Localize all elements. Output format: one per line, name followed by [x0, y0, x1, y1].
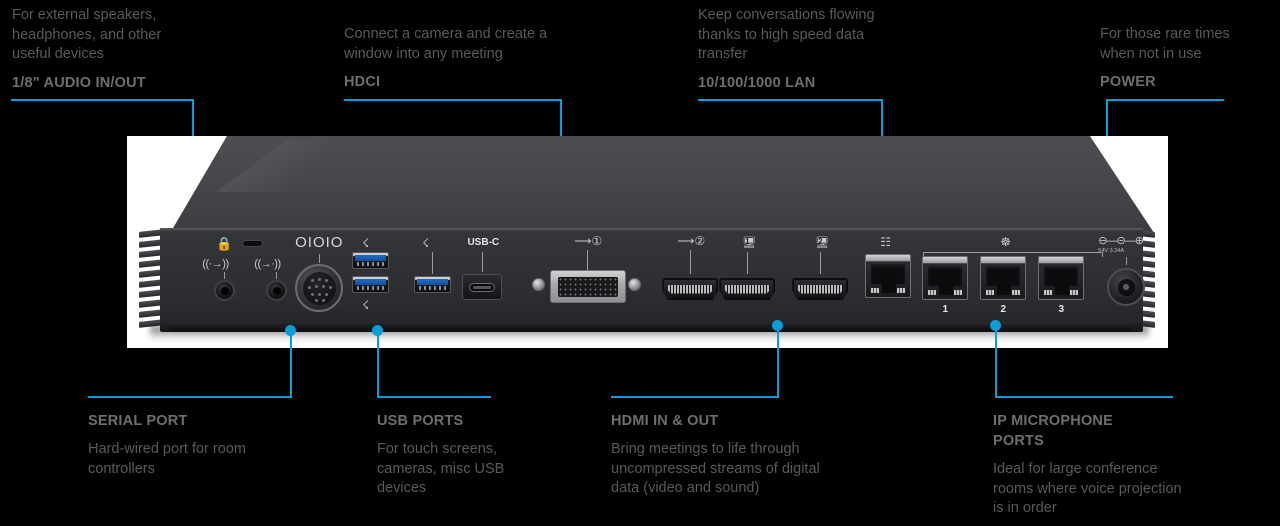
callout-lan-description: Keep conversations flowing thanks to hig…	[698, 7, 875, 62]
usb-c-tick	[482, 252, 484, 272]
callout-hdmi-title: HDMI IN & OUT	[611, 413, 719, 429]
callout-audio-title: 1/8" AUDIO IN/OUT	[12, 74, 146, 91]
leader-line-ipmic-horizontal	[995, 396, 1173, 398]
callout-usb-title: USB PORTS	[377, 413, 464, 429]
callout-serial: SERIAL PORT Hard-wired port for room con…	[88, 411, 318, 479]
serial-port-label: OIOIO	[295, 234, 344, 251]
leader-line-ipmic-vertical	[995, 325, 997, 397]
ip-mic-port-2-number: 2	[1000, 304, 1007, 315]
ip-mic-port-3	[1038, 256, 1085, 300]
device-rear-face: 🔒 ((·→)) ((→·)) OIOIO ☇ ☇ ☇ USB-C ⟶① ⟶② …	[160, 228, 1146, 332]
audio-out-tick	[224, 272, 226, 279]
leader-line-power-horizontal	[1106, 99, 1224, 101]
product-photo-rear-panel: 🔒 ((·→)) ((→·)) OIOIO ☇ ☇ ☇ USB-C ⟶① ⟶② …	[127, 136, 1168, 348]
leader-line-hdmi-horizontal	[611, 396, 779, 398]
hdmi-out-2-tick	[820, 252, 822, 274]
callout-serial-title: SERIAL PORT	[88, 413, 188, 429]
ip-mic-port-2	[980, 256, 1027, 300]
hdci-screw-left	[532, 278, 546, 291]
device-face-edge	[160, 228, 1143, 231]
callout-serial-description: Hard-wired port for room controllers	[88, 441, 246, 477]
hdci-connector	[550, 270, 627, 303]
leader-line-audio-horizontal	[11, 99, 194, 101]
lan-port	[865, 254, 912, 298]
usb-a-port-bottom	[352, 276, 390, 293]
leader-line-hdmi-vertical	[777, 325, 779, 397]
leader-line-hdci-horizontal	[344, 99, 562, 101]
kensington-lock-slot	[242, 240, 264, 247]
audio-in-jack	[266, 280, 288, 301]
callout-hdci-title: HDCI	[344, 74, 381, 90]
hdmi-out-1-tick	[747, 252, 749, 274]
usb-single-tick	[432, 252, 434, 274]
serial-port-tick	[319, 254, 321, 263]
ip-mic-port-1-number: 1	[942, 304, 949, 315]
callout-hdmi-description: Bring meetings to life through uncompres…	[611, 441, 820, 496]
callout-audio: For external speakers, headphones, and o…	[12, 6, 212, 93]
callout-lan: Keep conversations flowing thanks to hig…	[698, 6, 928, 93]
audio-out-jack	[214, 280, 236, 301]
callout-power-title: POWER	[1100, 74, 1156, 90]
callout-usb: USB PORTS For touch screens, cameras, mi…	[377, 411, 577, 499]
microphone-network-icon: ☸	[1000, 235, 1012, 249]
leader-line-serial-vertical	[290, 330, 292, 397]
hdmi-input-port	[662, 278, 719, 300]
usb-a-port-single	[414, 276, 452, 293]
connectivity-diagram: For external speakers, headphones, and o…	[0, 0, 1280, 526]
leader-line-lan-horizontal	[698, 99, 883, 101]
callout-ipmic-title: IP MICROPHONE PORTS	[993, 413, 1113, 449]
callout-ipmic: IP MICROPHONE PORTS Ideal for large conf…	[993, 411, 1223, 519]
ip-mic-port-3-number: 3	[1058, 304, 1065, 315]
audio-out-icon: ((·→))	[202, 258, 229, 270]
power-connector	[1107, 268, 1146, 306]
serial-port-pins	[302, 271, 336, 305]
callout-usb-description: For touch screens, cameras, misc USB dev…	[377, 441, 505, 496]
hdci-pin-array	[558, 276, 619, 297]
leader-line-serial-horizontal	[88, 396, 292, 398]
lock-icon: 🔒	[216, 236, 233, 251]
callout-lan-title: 10/100/1000 LAN	[698, 74, 816, 91]
hdmi-output-2-port	[792, 278, 849, 300]
power-tick	[1126, 257, 1128, 265]
audio-in-tick	[276, 272, 278, 279]
serial-port-connector	[295, 264, 344, 312]
callout-ipmic-description: Ideal for large conference rooms where v…	[993, 461, 1182, 516]
hdmi-input-icon: ⟶②	[677, 234, 706, 248]
hdci-input-icon: ⟶①	[574, 234, 603, 248]
usb-c-label: USB-C	[467, 237, 500, 248]
callout-power-description: For those rare times when not in use	[1100, 26, 1230, 62]
callout-hdci-description: Connect a camera and create a window int…	[344, 26, 548, 62]
hdci-screw-right	[628, 278, 642, 291]
hdci-tick	[587, 250, 589, 270]
leader-line-usb-vertical	[377, 330, 379, 397]
usb-c-port	[462, 274, 503, 300]
power-polarity-icon: ⊖—⊝—⊕	[1098, 235, 1144, 247]
hdmi-output-1-port	[719, 278, 776, 300]
usb-icon-top: ☇	[362, 236, 370, 250]
callout-hdci: Connect a camera and create a window int…	[344, 25, 574, 92]
hdmi-out-1-number: 1	[745, 237, 750, 246]
ip-mic-port-1	[922, 256, 969, 300]
callout-power: For those rare times when not in use POW…	[1100, 25, 1270, 92]
callout-hdmi: HDMI IN & OUT Bring meetings to life thr…	[611, 411, 861, 499]
hdmi-in-tick	[690, 250, 692, 274]
network-icon: ☷	[880, 235, 892, 249]
audio-in-icon: ((→·))	[254, 258, 281, 270]
usb-a-port-top	[352, 252, 390, 269]
hdmi-out-2-number: 2	[818, 237, 823, 246]
power-spec-label: 54V 3.34A	[1098, 248, 1124, 254]
usb-icon-bottom: ☇	[362, 298, 370, 312]
usb-icon-single: ☇	[422, 236, 430, 250]
leader-line-usb-horizontal	[377, 396, 491, 398]
callout-audio-description: For external speakers, headphones, and o…	[12, 7, 162, 62]
